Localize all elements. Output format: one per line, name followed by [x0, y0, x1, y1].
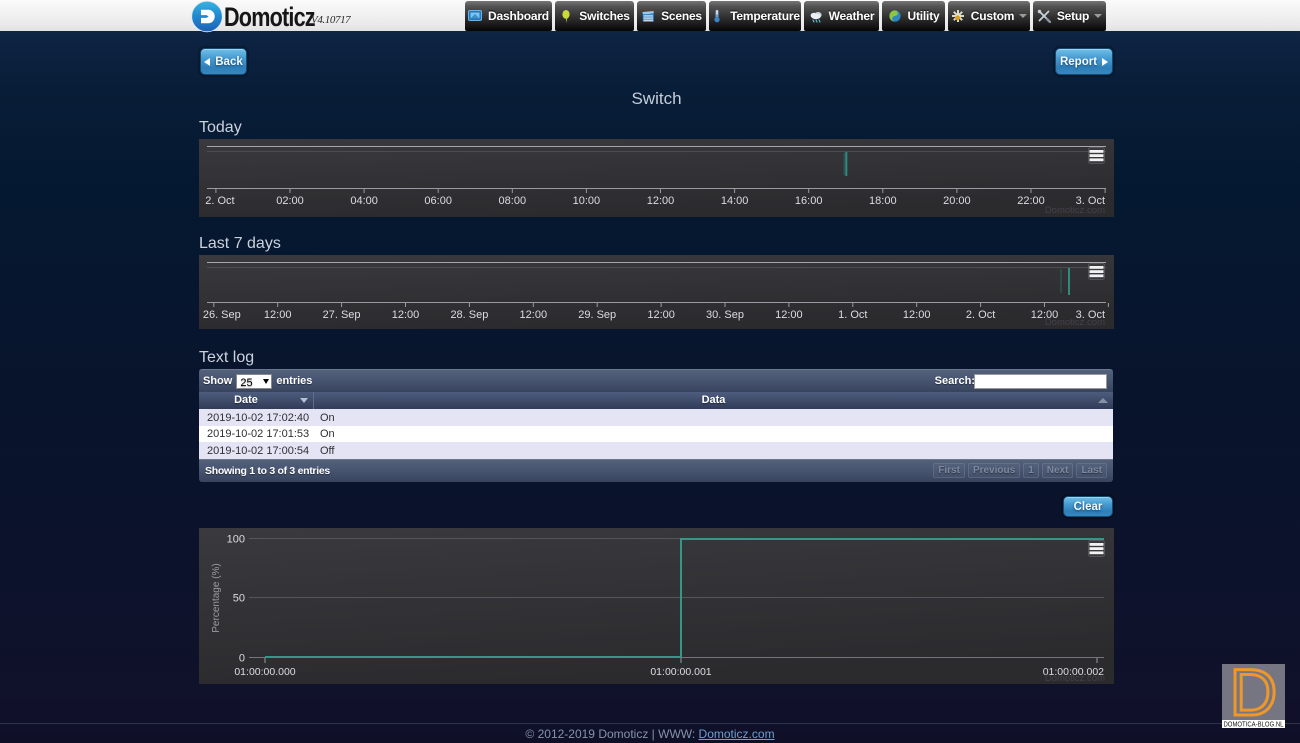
svg-text:06:00: 06:00 — [424, 195, 452, 207]
svg-text:26. Sep: 26. Sep — [203, 309, 241, 321]
svg-text:2. Oct: 2. Oct — [205, 195, 234, 207]
svg-text:Domoticz.com: Domoticz.com — [1045, 673, 1105, 684]
svg-text:100: 100 — [227, 534, 245, 546]
svg-text:01:00:00.001: 01:00:00.001 — [650, 666, 711, 678]
svg-text:Percentage (%): Percentage (%) — [211, 563, 222, 632]
svg-text:01:00:00.000: 01:00:00.000 — [234, 666, 295, 678]
svg-text:50: 50 — [233, 593, 245, 605]
svg-text:0: 0 — [239, 653, 245, 665]
svg-text:12:00: 12:00 — [264, 309, 292, 321]
svg-text:16:00: 16:00 — [795, 195, 823, 207]
svg-text:2. Oct: 2. Oct — [966, 309, 995, 321]
svg-text:12:00: 12:00 — [647, 309, 675, 321]
svg-text:08:00: 08:00 — [499, 195, 527, 207]
svg-text:10:00: 10:00 — [573, 195, 601, 207]
svg-text:30. Sep: 30. Sep — [706, 309, 744, 321]
svg-text:1. Oct: 1. Oct — [838, 309, 867, 321]
svg-text:12:00: 12:00 — [520, 309, 548, 321]
svg-text:Domoticz.com: Domoticz.com — [1045, 317, 1105, 328]
svg-text:12:00: 12:00 — [903, 309, 931, 321]
svg-text:29. Sep: 29. Sep — [578, 309, 616, 321]
svg-text:27. Sep: 27. Sep — [323, 309, 361, 321]
svg-text:Domoticz.com: Domoticz.com — [1045, 205, 1105, 216]
svg-text:18:00: 18:00 — [869, 195, 897, 207]
svg-text:20:00: 20:00 — [943, 195, 971, 207]
svg-text:12:00: 12:00 — [392, 309, 420, 321]
svg-text:22:00: 22:00 — [1017, 195, 1045, 207]
svg-text:14:00: 14:00 — [721, 195, 749, 207]
svg-text:12:00: 12:00 — [775, 309, 803, 321]
svg-text:04:00: 04:00 — [350, 195, 378, 207]
svg-text:02:00: 02:00 — [276, 195, 304, 207]
svg-text:28. Sep: 28. Sep — [450, 309, 488, 321]
svg-text:12:00: 12:00 — [647, 195, 675, 207]
